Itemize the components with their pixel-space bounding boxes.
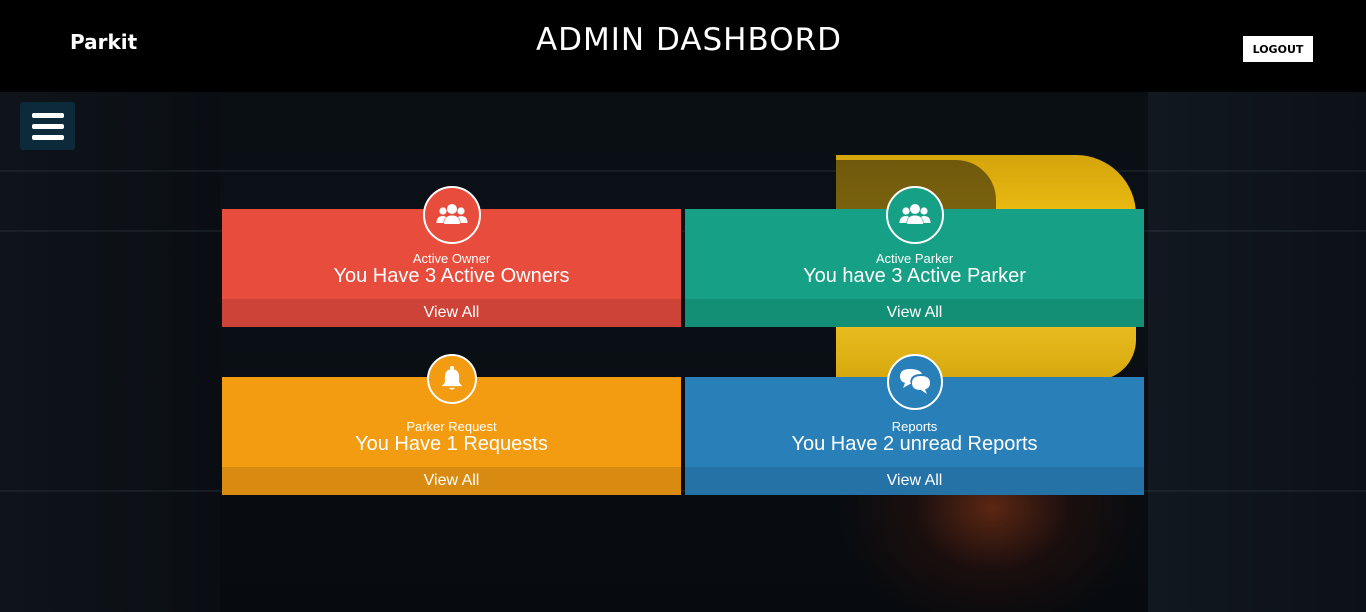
card-parker-request: Parker Request You Have 1 Requests View … <box>222 354 681 495</box>
menu-bar <box>31 123 64 129</box>
background-shelf <box>0 490 1366 492</box>
menu-bar <box>31 134 64 140</box>
background-shelf <box>0 230 1366 232</box>
card-active-parker: Active Parker You have 3 Active Parker V… <box>685 186 1144 327</box>
bell-icon-graphic <box>441 365 462 390</box>
page-title: ADMIN DASHBORD <box>535 22 843 58</box>
view-all-link[interactable]: View All <box>685 467 1144 495</box>
view-all-link[interactable]: View All <box>222 467 681 495</box>
card-message: You have 3 Active Parker <box>803 265 1026 287</box>
logout-button[interactable]: LOGOUT <box>1243 36 1313 62</box>
card-active-owner: Active Owner You Have 3 Active Owners Vi… <box>222 186 681 327</box>
users-group-icon-graphic <box>899 204 930 224</box>
users-group-icon <box>422 186 481 244</box>
hamburger-menu-icon[interactable] <box>20 102 75 150</box>
chat-bubbles-icon-graphic <box>899 369 930 394</box>
users-group-icon-graphic <box>436 204 467 224</box>
users-group-icon <box>885 186 944 244</box>
card-label: Active Owner <box>412 251 491 266</box>
card-message: You Have 3 Active Owners <box>333 265 570 287</box>
background-shelf <box>0 170 1366 172</box>
view-all-link[interactable]: View All <box>685 299 1144 327</box>
card-reports: Reports You Have 2 unread Reports View A… <box>685 354 1144 495</box>
card-label: Active Parker <box>875 251 954 266</box>
card-label: Parker Request <box>406 419 497 434</box>
bell-icon <box>426 354 477 404</box>
chat-bubbles-icon <box>886 354 943 410</box>
card-message: You Have 1 Requests <box>355 433 548 455</box>
card-label: Reports <box>891 419 938 434</box>
view-all-link[interactable]: View All <box>222 299 681 327</box>
card-message: You Have 2 unread Reports <box>791 433 1038 455</box>
menu-bar <box>31 112 64 118</box>
background-scene <box>0 0 1366 612</box>
